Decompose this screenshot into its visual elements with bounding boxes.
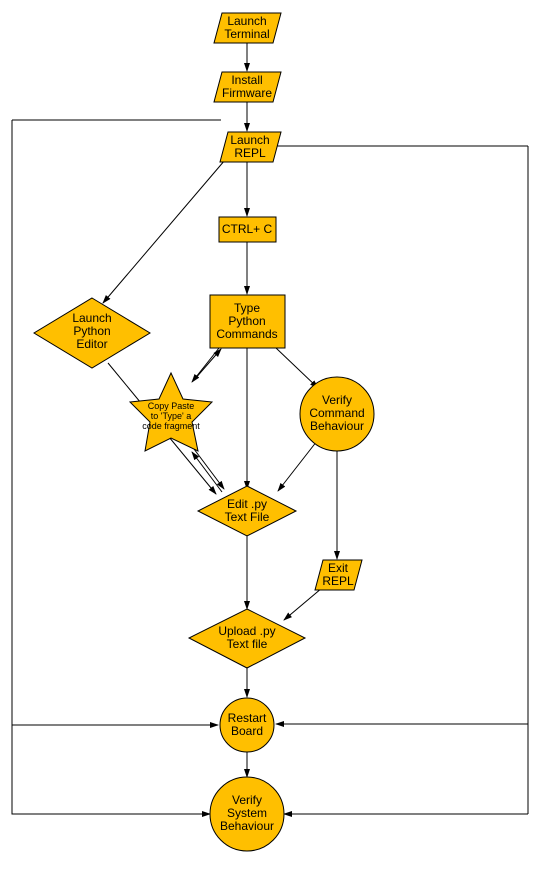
label: Behaviour (220, 819, 274, 833)
label: System (227, 806, 267, 820)
node-launch-terminal: Launch Terminal (214, 13, 281, 43)
label: Command (309, 406, 364, 420)
node-edit-py: Edit .py Text File (198, 486, 296, 536)
node-restart-board: Restart Board (220, 698, 274, 752)
label: Launch (72, 311, 111, 325)
label: REPL (322, 574, 354, 588)
label: to 'Type' a (151, 411, 191, 421)
node-verify-system: Verify System Behaviour (210, 777, 284, 851)
label: Board (231, 724, 263, 738)
label: Copy Paste (148, 401, 195, 411)
node-install-firmware: Install Firmware (214, 72, 281, 102)
label: Upload .py (218, 624, 275, 638)
label: Text file (227, 637, 268, 651)
node-ctrl-c: CTRL+ C (219, 217, 276, 242)
node-upload-py: Upload .py Text file (189, 609, 305, 668)
label: code fragment (142, 421, 200, 431)
label: CTRL+ C (222, 222, 273, 236)
node-launch-repl: Launch REPL (220, 132, 281, 162)
label: Edit .py (227, 497, 267, 511)
label: Text File (225, 510, 270, 524)
label: Python (228, 314, 265, 328)
label: Behaviour (310, 419, 364, 433)
node-launch-editor: Launch Python Editor (34, 298, 150, 368)
label: Verify (232, 793, 262, 807)
label: Terminal (224, 27, 269, 41)
node-verify-command: Verify Command Behaviour (300, 377, 374, 451)
label: Python (73, 324, 110, 338)
label: Restart (228, 711, 267, 725)
label: Launch (227, 14, 266, 28)
label: REPL (234, 146, 266, 160)
node-type-commands: Type Python Commands (210, 295, 285, 348)
label: Verify (322, 393, 352, 407)
label: Firmware (222, 86, 272, 100)
label: Install (231, 73, 262, 87)
label: Editor (76, 337, 107, 351)
node-exit-repl: Exit REPL (315, 560, 362, 590)
label: Commands (216, 327, 277, 341)
label: Launch (230, 133, 269, 147)
label: Type (234, 301, 260, 315)
label: Exit (328, 561, 349, 575)
